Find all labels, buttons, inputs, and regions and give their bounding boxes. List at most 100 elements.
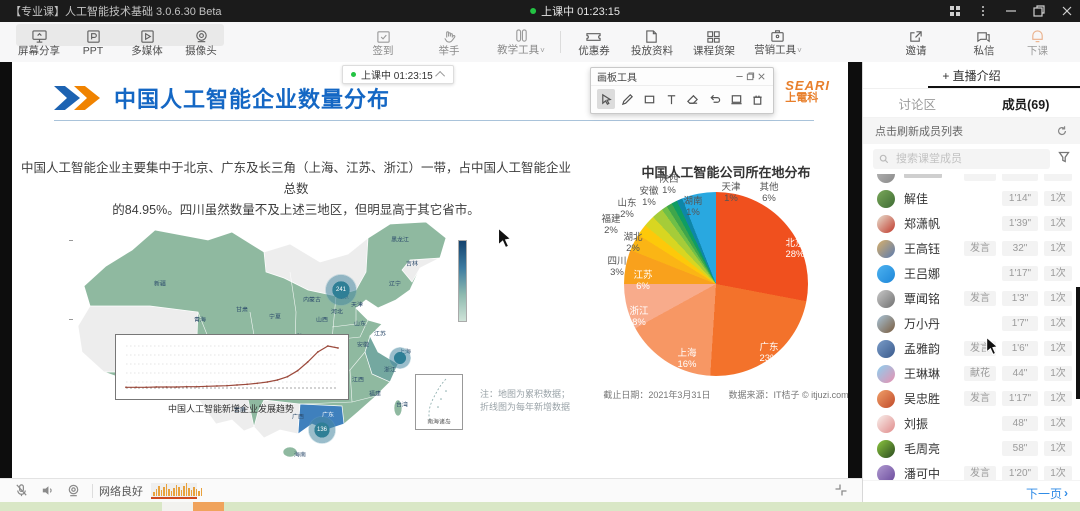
member-row[interactable]: 解佳 1'14" 1次 xyxy=(863,186,1080,211)
member-avatar xyxy=(877,340,895,358)
member-row[interactable]: 王高钰 发言 32" 1次 xyxy=(863,236,1080,261)
end-class-button[interactable]: 下课 xyxy=(1011,23,1064,61)
minimize-button[interactable] xyxy=(1004,4,1018,18)
member-avatar xyxy=(877,174,895,183)
raise-hand-button[interactable]: 举手 xyxy=(422,23,476,61)
restore-button[interactable] xyxy=(1032,4,1046,18)
panel-restore-icon[interactable] xyxy=(745,71,756,82)
map-province-label: 新疆 xyxy=(154,280,166,289)
text-tool[interactable] xyxy=(662,89,680,109)
class-timer: 上课中 01:23:15 xyxy=(541,3,620,19)
waveform-bar xyxy=(176,485,178,496)
member-row[interactable]: 覃闻铭 发言 1'3" 1次 xyxy=(863,286,1080,311)
member-row[interactable]: 吴忠胜 发言 1'17" 1次 xyxy=(863,386,1080,411)
member-row[interactable]: 郑潇帆 1'39" 1次 xyxy=(863,211,1080,236)
member-avatar xyxy=(877,290,895,308)
member-row[interactable]: 孟雅韵 发言 1'6" 1次 xyxy=(863,336,1080,361)
undo-tool[interactable] xyxy=(706,89,724,109)
live-status-pill[interactable]: 上课中 01:23:15 xyxy=(342,65,454,84)
pie-slice-label: 浙江 8% xyxy=(622,306,656,328)
member-action-badge: 发言 xyxy=(964,341,996,356)
close-button[interactable] xyxy=(1060,4,1074,18)
ppt-button[interactable]: PPT xyxy=(66,23,120,61)
member-row[interactable]: 王琳琳 献花 44" 1次 xyxy=(863,361,1080,386)
live-dot-icon xyxy=(351,72,356,77)
next-page-button[interactable]: 下一页› xyxy=(1026,485,1068,502)
invite-button[interactable]: 邀请 xyxy=(889,23,943,61)
pen-tool[interactable] xyxy=(619,89,637,109)
shape-rectangle-tool[interactable] xyxy=(640,89,658,109)
waveform-bar xyxy=(183,486,185,496)
pie-area: 北京 28% 广东 23% 上海 16% 浙江 8% 江苏 6% 四川 3% 湖… xyxy=(600,156,848,412)
screen-share-button[interactable]: 屏幕分享 xyxy=(12,23,66,61)
member-row[interactable]: 潘可中 发言 1'20" 1次 xyxy=(863,461,1080,480)
webcam-button[interactable] xyxy=(60,483,86,498)
member-avatar xyxy=(877,315,895,333)
waveform-bar xyxy=(193,487,195,496)
panel-minimize-icon[interactable] xyxy=(734,71,745,82)
nanhai-label: 南海诸岛 xyxy=(418,417,459,426)
coupon-button[interactable]: 优惠券 xyxy=(567,23,621,61)
map-province-label: 海南 xyxy=(294,451,306,460)
shelf-button[interactable]: 课程货架 xyxy=(683,23,745,61)
layout-grid-icon[interactable] xyxy=(948,4,962,18)
slide-canvas[interactable]: 中国人工智能企业数量分布 SEARI 上電科 上课中 01:23:15 画板工具 xyxy=(12,62,848,478)
select-pointer-tool[interactable] xyxy=(597,89,615,109)
materials-icon xyxy=(643,29,660,44)
search-input[interactable] xyxy=(894,152,1044,166)
map-province-label: 江西 xyxy=(352,376,364,385)
member-row[interactable]: 王吕娜 1'17" 1次 xyxy=(863,261,1080,286)
materials-button[interactable]: 投放资料 xyxy=(621,23,683,61)
member-name: 郑潇帆 xyxy=(904,215,996,232)
chevron-up-icon[interactable] xyxy=(435,71,445,81)
member-name: 解佳 xyxy=(904,190,996,207)
tab-members[interactable]: 成员(69) xyxy=(972,89,1080,117)
live-intro-button[interactable]: + 直播介绍 xyxy=(863,62,1080,89)
clear-trash-tool[interactable] xyxy=(749,89,767,109)
pie-slice-label: 天津 1% xyxy=(714,182,748,204)
member-count-badge: 1次 xyxy=(1044,216,1072,231)
mic-muted-button[interactable] xyxy=(8,483,34,498)
main-toolbar: 屏幕分享 PPT 多媒体 摄像头 签到 举手 xyxy=(0,22,1080,63)
sign-in-button[interactable]: 签到 xyxy=(356,23,410,61)
speaker-button[interactable] xyxy=(34,483,60,498)
sign-in-icon xyxy=(375,29,392,44)
search-box[interactable] xyxy=(873,149,1050,169)
member-row[interactable]: 刘振 48" 1次 xyxy=(863,411,1080,436)
camera-button[interactable]: 摄像头 xyxy=(174,23,228,61)
map-province-label: 河北 xyxy=(331,308,343,317)
waveform-bar xyxy=(201,488,203,496)
tab-discussion[interactable]: 讨论区 xyxy=(863,89,972,117)
member-speak-time: 1'6" xyxy=(1002,341,1038,356)
refresh-members-button[interactable]: 点击刷新成员列表 xyxy=(863,118,1080,144)
member-row[interactable]: 万小丹 1'7" 1次 xyxy=(863,311,1080,336)
media-button[interactable]: 多媒体 xyxy=(120,23,174,61)
presentation-stage: 中国人工智能企业数量分布 SEARI 上電科 上课中 01:23:15 画板工具 xyxy=(0,62,862,478)
primary-tools-group: 屏幕分享 PPT 多媒体 摄像头 xyxy=(12,23,228,61)
speaker-icon xyxy=(40,483,55,498)
member-row[interactable]: 毛周亮 58" 1次 xyxy=(863,436,1080,461)
panel-close-icon[interactable] xyxy=(756,71,767,82)
member-name: 王琳琳 xyxy=(904,365,958,382)
member-speak-time: 1'7" xyxy=(1002,316,1038,331)
dm-button[interactable]: 私信 xyxy=(957,23,1011,61)
more-menu-icon[interactable] xyxy=(976,4,990,18)
audio-waveform xyxy=(151,483,197,499)
filter-funnel-icon[interactable] xyxy=(1058,150,1070,168)
sidebar-scrollbar-thumb[interactable] xyxy=(1076,287,1080,399)
board-tools-row xyxy=(591,86,773,112)
strip-light-segment xyxy=(162,502,193,511)
waveform-bar xyxy=(173,488,175,496)
eraser-tool[interactable] xyxy=(684,89,702,109)
board-mode-tool[interactable] xyxy=(727,89,745,109)
collapse-panel-icon[interactable] xyxy=(834,483,848,502)
member-count-badge: 1次 xyxy=(1044,241,1072,256)
marketing-tools-button[interactable]: 营销工具˅ xyxy=(745,23,811,61)
teaching-tools-button[interactable]: 教学工具˅ xyxy=(488,23,554,61)
member-count-badge: 1次 xyxy=(1044,391,1072,406)
member-row[interactable] xyxy=(863,174,1080,186)
map-province-label: 宁夏 xyxy=(269,313,281,322)
member-speak-time: 58" xyxy=(1002,441,1038,456)
window-title: 【专业课】人工智能技术基础 3.0.6.30 Beta xyxy=(10,3,222,19)
board-tools-header[interactable]: 画板工具 xyxy=(591,68,773,86)
